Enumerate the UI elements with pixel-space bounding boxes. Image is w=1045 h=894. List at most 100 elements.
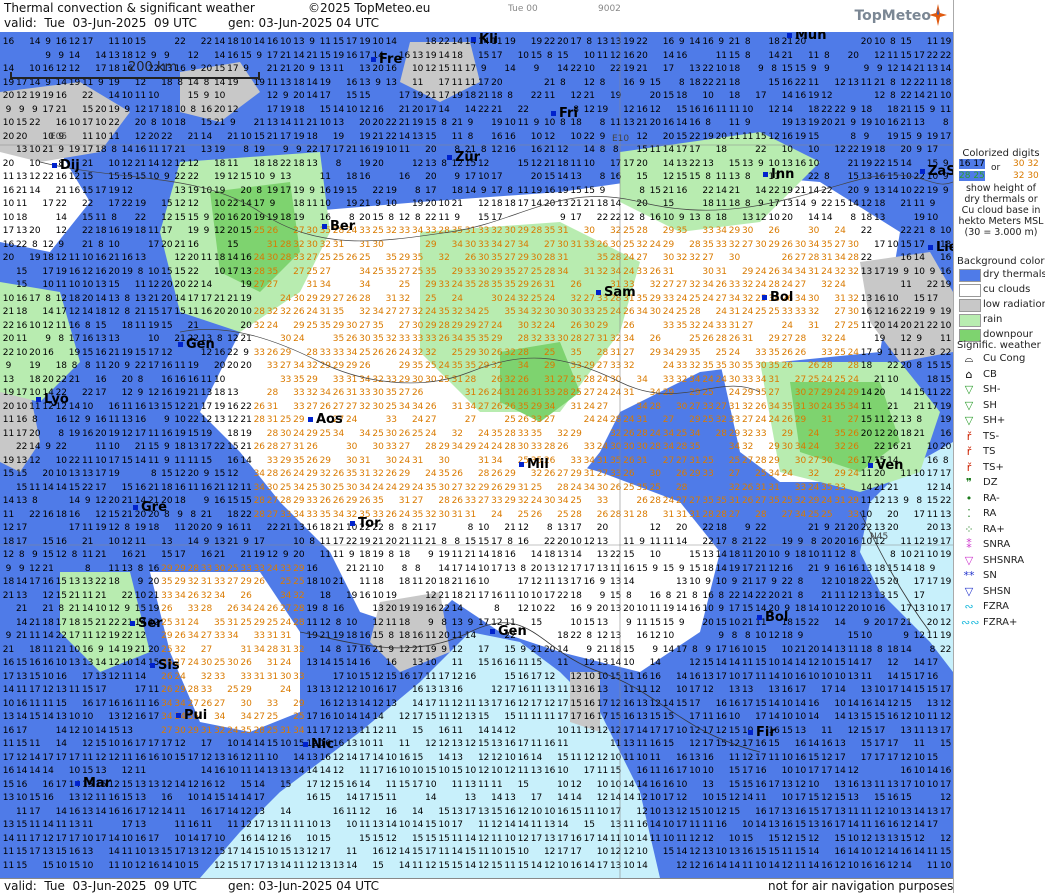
thermal-height-cell: 10: [556, 765, 569, 778]
thermal-height-cell: 12: [187, 779, 200, 792]
thermal-height-cell: 16: [200, 806, 213, 819]
city-marker[interactable]: Lyo: [36, 392, 69, 407]
thermal-height-cell: 8: [147, 117, 160, 130]
city-dot-icon: [596, 290, 601, 295]
city-marker[interactable]: Fir: [748, 725, 776, 740]
city-marker[interactable]: Tor: [350, 516, 380, 531]
thermal-height-cell: 32: [688, 279, 701, 292]
weather-legend-item: ** SN: [957, 568, 1045, 584]
thermal-height-cell: 11: [530, 711, 543, 724]
city-marker[interactable]: Nic: [303, 737, 334, 752]
thermal-height-cell: 32: [372, 468, 385, 481]
thermal-height-cell: 21: [121, 509, 134, 522]
city-marker[interactable]: Ven: [868, 458, 903, 473]
thermal-height-cell: 16: [649, 590, 662, 603]
city-marker[interactable]: Gre: [133, 500, 167, 515]
thermal-height-cell: 10: [121, 36, 134, 49]
city-marker[interactable]: Gen: [178, 337, 215, 352]
city-marker[interactable]: Ber: [322, 219, 355, 234]
thermal-height-cell: 16: [81, 333, 94, 346]
thermal-height-cell: 10: [886, 806, 899, 819]
city-marker[interactable]: Mun: [787, 32, 826, 43]
thermal-height-cell: 19: [939, 306, 952, 319]
thermal-height-cell: 12: [820, 752, 833, 765]
city-marker[interactable]: Ser: [130, 616, 163, 631]
thermal-height-cell: 28: [253, 306, 266, 319]
thermal-height-cell: 35: [504, 306, 517, 319]
weather-map[interactable]: 16 14 9 16 12 17 11 10 15 22 22 14 18 10 14 16 10 13 9 11 15…: [0, 32, 953, 878]
thermal-height-cell: 12: [873, 806, 886, 819]
thermal-height-cell: 9: [266, 171, 279, 184]
thermal-height-cell: 17: [794, 684, 807, 697]
city-marker[interactable]: ZaS: [920, 164, 953, 179]
thermal-height-cell: 24: [847, 374, 860, 387]
city-marker[interactable]: Sis: [150, 658, 180, 673]
thermal-height-cell: 18: [781, 630, 794, 643]
thermal-height-cell: 17: [939, 468, 952, 481]
thermal-height-cell: 17: [583, 563, 596, 576]
weather-legend-item: ⁘ RA+: [957, 522, 1045, 538]
thermal-height-cell: 20: [438, 630, 451, 643]
thermal-height-cell: 25: [332, 482, 345, 495]
thermal-height-cell: 11: [121, 671, 134, 684]
thermal-height-cell: 33: [160, 590, 173, 603]
city-marker[interactable]: Zür: [447, 150, 480, 165]
city-marker[interactable]: Fri: [551, 106, 578, 121]
city-marker[interactable]: Bol: [757, 610, 788, 625]
thermal-height-cell: 13: [781, 806, 794, 819]
city-marker[interactable]: Kli: [471, 32, 498, 47]
thermal-height-cell: 10: [108, 158, 121, 171]
thermal-height-cell: 16: [15, 414, 28, 427]
thermal-height-cell: 34: [240, 603, 253, 616]
thermal-height-cell: 11: [926, 36, 939, 49]
thermal-height-cell: 20: [596, 603, 609, 616]
thunderstorm-light-icon: ř: [961, 429, 977, 444]
thermal-height-cell: 20: [240, 360, 253, 373]
thermal-height-cell: 13: [68, 792, 81, 805]
city-marker[interactable]: Gen: [490, 624, 527, 639]
thermal-height-cell: 18: [55, 509, 68, 522]
thermal-height-cell: 34: [794, 441, 807, 454]
city-marker[interactable]: Inn: [763, 167, 794, 182]
thermal-height-cell: 19: [358, 36, 371, 49]
thermal-height-cell: 11: [649, 536, 662, 549]
city-marker[interactable]: Dij: [52, 158, 80, 173]
thermal-height-cell: 11: [15, 833, 28, 846]
thermal-height-cell: 28: [358, 293, 371, 306]
thermal-height-cell: 12: [160, 212, 173, 225]
thermal-height-cell: 12: [688, 725, 701, 738]
thermal-height-cell: 33: [754, 347, 767, 360]
thermal-height-cell: 9: [451, 212, 464, 225]
thermal-height-cell: 21: [134, 158, 147, 171]
thermal-height-cell: 21: [490, 104, 503, 117]
thermal-height-cell: 21: [134, 644, 147, 657]
thermal-height-cell: 15: [781, 725, 794, 738]
thermal-height-cell: 35: [609, 455, 622, 468]
city-marker[interactable]: Lie: [928, 240, 953, 255]
thermal-height-cell: 21: [121, 495, 134, 508]
thermal-height-cell: 13: [860, 779, 873, 792]
thermal-height-cell: 14: [583, 144, 596, 157]
thermal-height-cell: 28: [292, 603, 305, 616]
thermal-height-cell: 34: [636, 306, 649, 319]
topmeteo-logo[interactable]: TopMeteo: [854, 4, 947, 26]
thermal-height-cell: 33: [583, 306, 596, 319]
thermal-height-cell: 29: [398, 360, 411, 373]
city-marker[interactable]: Pui: [176, 708, 207, 723]
thermal-height-cell: 26: [781, 360, 794, 373]
thermal-height-cell: 14: [886, 846, 899, 859]
city-marker[interactable]: Bol: [762, 290, 793, 305]
city-marker[interactable]: Mil: [519, 457, 549, 472]
city-marker[interactable]: Mar: [75, 776, 111, 791]
thermal-height-cell: 12: [715, 725, 728, 738]
city-marker[interactable]: Fre: [371, 52, 402, 67]
city-marker[interactable]: Aos: [308, 412, 343, 427]
thermal-height-cell: 11: [81, 131, 94, 144]
thermal-height-cell: 17: [200, 833, 213, 846]
thermal-height-cell: 17: [913, 509, 926, 522]
thermal-height-cell: 13: [424, 684, 437, 697]
thermal-height-cell: 20: [886, 509, 899, 522]
thermal-height-cell: 20: [768, 590, 781, 603]
city-marker[interactable]: Sam: [596, 285, 636, 300]
thermal-height-cell: 22: [609, 212, 622, 225]
